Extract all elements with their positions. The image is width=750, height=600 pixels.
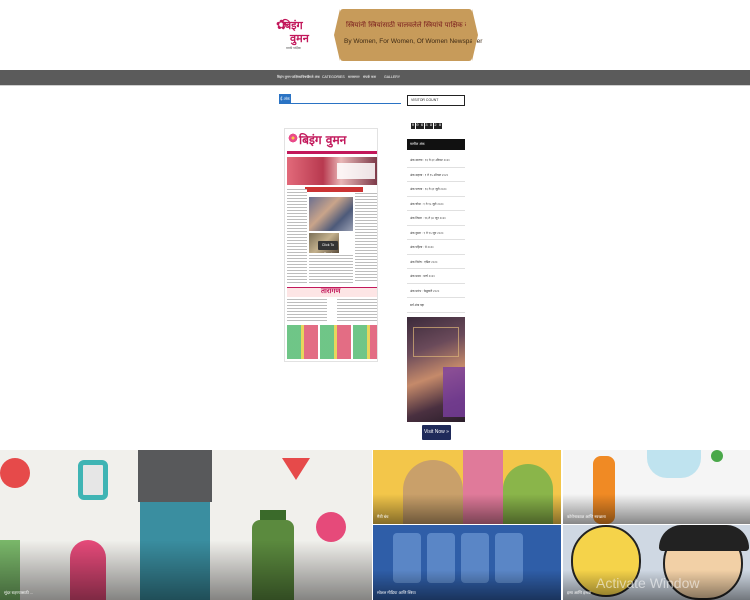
epaper-text-column: [337, 299, 377, 323]
counter-digit: 0: [411, 123, 415, 129]
tile-shape: [659, 525, 749, 551]
archive-item[interactable]: अंक दुसरा : १ ते १५ जून २०२०: [407, 226, 465, 240]
epaper-text-column: [287, 189, 307, 283]
epaper-top-strip: [287, 157, 377, 185]
counter-digit: 0: [415, 123, 420, 129]
nav-item-latest[interactable]: ताजे अंक: [308, 75, 320, 80]
post-caption[interactable]: सुंदर राहण्यासाठी ...: [4, 590, 33, 596]
epaper-text-column: [355, 193, 377, 283]
section-tag: ई-अंक: [279, 94, 291, 103]
section-heading: ई-अंक: [279, 94, 401, 104]
tile-shade: [373, 494, 561, 524]
click-to-read-button[interactable]: Click To Read: [318, 241, 338, 256]
epaper-masthead: बिइंग वुमन: [285, 129, 377, 151]
os-activation-watermark: Activate Window: [596, 575, 700, 591]
archive-item[interactable]: अंक तिसरा : १६ ते ३० जून २०२०: [407, 211, 465, 226]
archive-list: अंक सातवा : १६ ते ३१ ऑगस्ट २०२० अंक सहाव…: [407, 153, 465, 313]
ad-figure: [443, 367, 465, 417]
counter-digit: 9: [429, 123, 433, 129]
nav-item-contact[interactable]: संपर्क करा: [363, 75, 376, 80]
nav-item-advisors[interactable]: सल्लागार: [348, 75, 360, 80]
post-caption[interactable]: सोशल मीडिया आणि स्त्रिया: [377, 590, 416, 596]
epaper-text-column: [287, 299, 327, 323]
nav-item-about[interactable]: बिइंग वुमन पाक्षिकाविषयी: [277, 75, 309, 80]
post-caption[interactable]: कोरोनाकाळ आणि स्वच्छता: [567, 514, 606, 520]
tile-shape: [138, 450, 212, 502]
sidebar-ad-image[interactable]: [407, 317, 465, 422]
page: ✿ बिइंग वुमन मराठी पाक्षिक स्त्रियांनी स…: [0, 0, 750, 600]
logo-text-line2: वुमन: [290, 32, 309, 45]
counter-digit: 8: [438, 123, 442, 129]
visitor-count-box: VISITOR COUNT: [407, 95, 465, 106]
archive-item-all[interactable]: सर्व अंक पहा: [407, 298, 465, 313]
nav-item-gallery[interactable]: GALLERY: [384, 75, 400, 79]
tile-shape: [711, 450, 723, 462]
archive-item[interactable]: अंक सहावा : १ ते १५ ऑगस्ट २०२०: [407, 168, 465, 182]
visit-now-button[interactable]: Visit Now »: [422, 425, 451, 440]
archive-item[interactable]: अंक सातवा : १६ ते ३१ ऑगस्ट २०२०: [407, 153, 465, 168]
epaper-title: बिइंग वुमन: [299, 133, 347, 147]
tile-shape: [0, 458, 30, 488]
archive-item[interactable]: अंक प्रारंभ : फेब्रुवारी २०२०: [407, 284, 465, 298]
post-tile[interactable]: सोशल मीडिया आणि स्त्रिया: [373, 525, 561, 600]
flower-icon: [288, 133, 298, 143]
tile-shape: [316, 512, 346, 542]
logo-text-line1: बिइंग: [282, 19, 303, 32]
epaper-group-photo: [309, 197, 353, 231]
post-caption[interactable]: हसा आणि हसवा: [567, 590, 591, 596]
tagline-english: By Women, For Women, Of Women Newspaper: [344, 38, 483, 45]
post-tile[interactable]: कोरोनाकाळ आणि स्वच्छता: [563, 450, 750, 524]
ad-frame: [413, 327, 459, 357]
site-header: ✿ बिइंग वुमन मराठी पाक्षिक स्त्रियांनी स…: [0, 0, 750, 70]
counter-digit: 2: [433, 123, 438, 129]
post-caption[interactable]: मैत्री बंध: [377, 514, 389, 520]
logo-subtitle: मराठी पाक्षिक: [286, 46, 301, 50]
counter-digit: 6: [420, 123, 424, 129]
archive-item[interactable]: अंक पाचवा : १६ ते ३१ जुलै २०२०: [407, 182, 465, 197]
archive-item[interactable]: अंक प्रथम : मार्च २०२०: [407, 269, 465, 284]
archive-item[interactable]: अंक पहिला : मे २०२०: [407, 240, 465, 255]
epaper-section-title: तारांगण: [321, 287, 341, 295]
post-tile[interactable]: मैत्री बंध: [373, 450, 561, 524]
epaper-headline-bar: [305, 187, 363, 192]
site-logo[interactable]: ✿ बिइंग वुमन मराठी पाक्षिक: [276, 16, 316, 52]
heart-icon: [282, 458, 310, 480]
epaper-divider: [287, 151, 377, 154]
tagline-marathi: स्त्रियांनी स्त्रियांसाठी चालवलेले स्त्र…: [346, 21, 466, 29]
counter-digit: 3: [424, 123, 429, 129]
tile-shade: [0, 540, 372, 600]
nav-item-categories[interactable]: CATEGORIES: [322, 75, 345, 79]
epaper-text-column: [309, 255, 353, 283]
epaper-ads-row: [287, 325, 377, 359]
tile-shape: [647, 450, 701, 478]
main-nav: बिइंग वुमन पाक्षिकाविषयी ताजे अंक CATEGO…: [0, 70, 750, 86]
archive-item[interactable]: अंक विशेष : एप्रिल २०२०: [407, 255, 465, 269]
archive-item[interactable]: अंक चौथा : १ ते १५ जुलै २०२०: [407, 197, 465, 211]
tagline-banner: स्त्रियांनी स्त्रियांसाठी चालवलेले स्त्र…: [334, 9, 483, 61]
epaper-strip-text: [337, 163, 375, 179]
tile-shape: [78, 460, 108, 500]
visitor-counter: 0063928: [411, 113, 443, 129]
post-tile[interactable]: सुंदर राहण्यासाठी ...: [0, 450, 372, 600]
archive-heading: मागील अंक: [407, 139, 465, 150]
